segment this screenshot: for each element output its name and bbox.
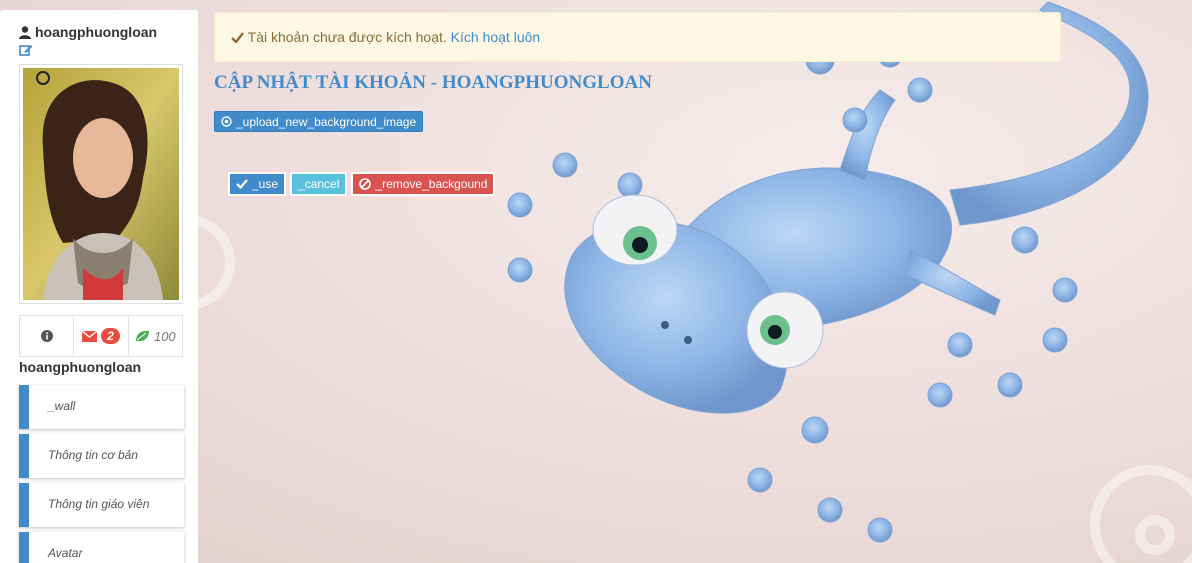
cancel-button-label: _cancel — [298, 177, 340, 191]
nav-item-teacher-info[interactable]: Thông tin giáo viên — [19, 483, 184, 527]
edit-icon[interactable] — [19, 43, 33, 57]
profile-nav: _wall Thông tin cơ bản Thông tin giáo vi… — [19, 385, 184, 563]
activation-alert: Tài khoản chưa được kích hoạt. Kích hoạt… — [214, 12, 1061, 62]
messages-stat[interactable]: 2 — [74, 315, 129, 357]
use-button-label: _use — [252, 177, 279, 191]
nav-item-wall[interactable]: _wall — [19, 385, 184, 429]
info-stat[interactable] — [19, 315, 75, 357]
activate-now-link[interactable]: Kích hoạt luôn — [451, 29, 541, 45]
avatar[interactable] — [19, 64, 183, 304]
unread-count-badge: 2 — [101, 328, 120, 344]
upload-background-label: _upload_new_background_image — [236, 114, 417, 129]
cancel-button-wrapper: _cancel — [290, 172, 348, 196]
points-value: 100 — [153, 328, 176, 344]
profile-stats: 2 100 — [19, 315, 183, 357]
leaf-icon — [135, 330, 149, 342]
username-label: hoangphuongloan — [19, 359, 142, 375]
remove-background-label: _remove_backgound — [375, 177, 488, 191]
user-icon — [19, 25, 31, 39]
upload-background-button[interactable]: _upload_new_background_image — [214, 111, 424, 132]
check-icon — [231, 32, 244, 44]
avatar-photo — [23, 68, 179, 300]
use-button[interactable]: _use — [230, 174, 285, 194]
use-button-wrapper: _use — [228, 172, 287, 196]
nav-item-avatar[interactable]: Avatar — [19, 532, 184, 563]
remove-background-button[interactable]: _remove_backgound — [353, 174, 494, 194]
cancel-button[interactable]: _cancel — [292, 174, 346, 194]
profile-header: hoangphuongloan — [19, 24, 157, 40]
upload-icon — [221, 116, 232, 127]
ban-icon — [359, 178, 372, 190]
alert-message: Tài khoản chưa được kích hoạt. — [247, 29, 447, 45]
profile-name: hoangphuongloan — [35, 24, 158, 40]
sidebar: hoangphuongloan 2 100 hoangphuongloan _w… — [0, 10, 198, 563]
nav-item-basic-info[interactable]: Thông tin cơ bản — [19, 434, 184, 478]
info-icon — [40, 330, 53, 342]
remove-button-wrapper: _remove_backgound — [351, 172, 496, 196]
envelope-icon — [82, 330, 98, 342]
page-title: CẬP NHẬT TÀI KHOẢN - HOANGPHUONGLOAN — [214, 72, 652, 93]
background-actions: _use _cancel _remove_backgound — [228, 172, 496, 196]
check-icon — [236, 179, 248, 189]
points-stat[interactable]: 100 — [128, 315, 183, 357]
